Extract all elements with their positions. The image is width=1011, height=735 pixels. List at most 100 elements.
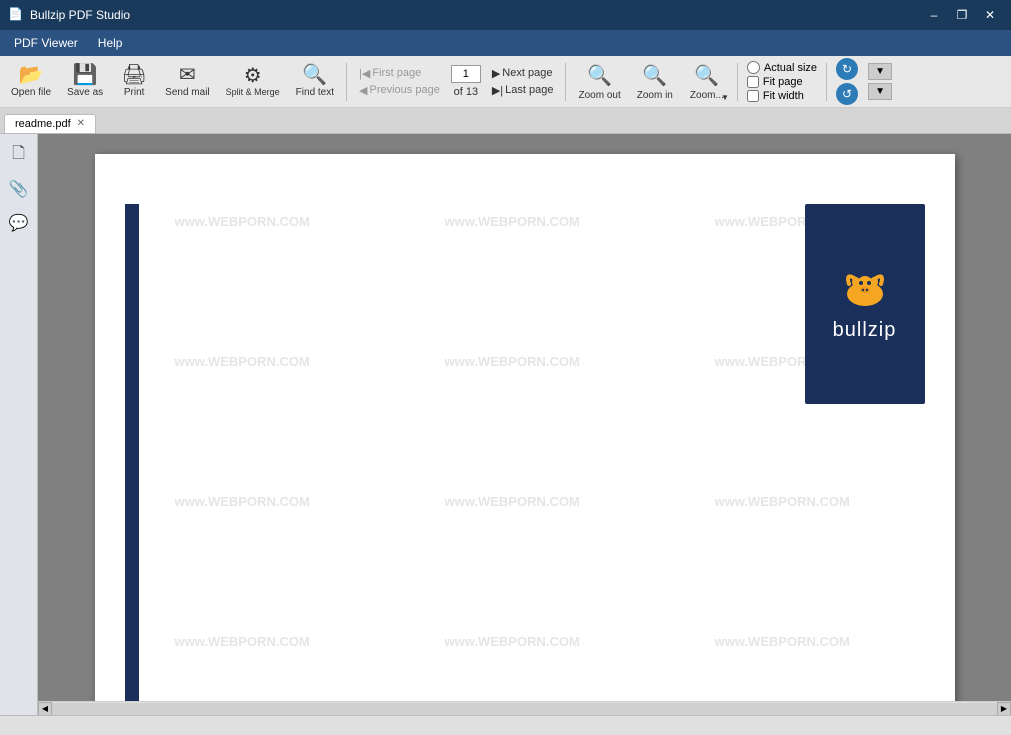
refresh-button-2[interactable]: ↺ — [836, 83, 858, 105]
send-mail-label: Send mail — [165, 87, 209, 98]
sidebar-comments-button[interactable]: 💬 — [4, 208, 34, 238]
separator-3 — [737, 63, 738, 101]
separator-1 — [346, 63, 347, 101]
main-area: 🗋 📎 💬 www.WEBPORN.COM www.WEBPORN.COM ww… — [0, 134, 1011, 715]
restore-button[interactable]: ❐ — [949, 4, 975, 26]
open-file-button[interactable]: 📂 Open file — [4, 59, 58, 105]
bullzip-logo: bullzip — [805, 204, 925, 404]
find-text-icon: 🔍 — [302, 65, 327, 85]
open-file-icon: 📂 — [19, 65, 44, 85]
circular-buttons: ↻ ↺ — [832, 56, 862, 107]
watermark-12: www.WEBPORN.COM — [715, 634, 850, 649]
find-text-label: Find text — [296, 87, 334, 98]
print-button[interactable]: 🖨 Print — [112, 59, 156, 105]
first-page-button[interactable]: |◀ First page — [356, 66, 424, 81]
sidebar-pages-button[interactable]: 🗋 — [4, 140, 34, 170]
app-title: Bullzip PDF Studio — [30, 8, 130, 22]
pdf-blue-sidebar — [125, 204, 139, 715]
send-mail-button[interactable]: ✉ Send mail — [158, 59, 216, 105]
comments-icon: 💬 — [9, 213, 29, 233]
toolbar: 📂 Open file 💾 Save as 🖨 Print ✉ Send mai… — [0, 56, 1011, 108]
dropdown-btn-2[interactable]: ▼ — [868, 83, 892, 100]
previous-page-label: Previous page — [370, 84, 440, 96]
scroll-right-button[interactable]: ▶ — [997, 702, 1011, 716]
first-page-icon: |◀ — [359, 67, 370, 80]
zoom-dropdown-button[interactable]: 🔍 Zoom... ▼ — [682, 59, 732, 105]
fit-page-checkbox[interactable] — [747, 76, 759, 88]
print-label: Print — [124, 87, 145, 98]
pdf-view-area[interactable]: www.WEBPORN.COM www.WEBPORN.COM www.WEBP… — [38, 134, 1011, 715]
watermark-9: www.WEBPORN.COM — [715, 494, 850, 509]
last-page-label: Last page — [505, 84, 553, 96]
scroll-left-button[interactable]: ◀ — [38, 702, 52, 716]
watermark-4: www.WEBPORN.COM — [175, 354, 310, 369]
sidebar-attachments-button[interactable]: 📎 — [4, 174, 34, 204]
title-bar: 📄 Bullzip PDF Studio – ❐ ✕ — [0, 0, 1011, 30]
bullzip-text: bullzip — [833, 319, 897, 342]
open-file-label: Open file — [11, 87, 51, 98]
find-text-button[interactable]: 🔍 Find text — [289, 59, 341, 105]
separator-4 — [826, 63, 827, 101]
save-as-icon: 💾 — [73, 65, 98, 85]
attachments-icon: 📎 — [9, 179, 29, 199]
zoom-out-label: Zoom out — [578, 90, 620, 101]
actual-size-label: Actual size — [764, 62, 817, 74]
zoom-in-label: Zoom in — [637, 90, 673, 101]
tabs-bar: readme.pdf ✕ — [0, 108, 1011, 134]
zoom-icon: 🔍 — [694, 63, 719, 88]
watermark-11: www.WEBPORN.COM — [445, 634, 580, 649]
left-sidebar: 🗋 📎 💬 — [0, 134, 38, 715]
minimize-button[interactable]: – — [921, 4, 947, 26]
split-merge-label: Split & Merge — [226, 88, 280, 98]
watermark-8: www.WEBPORN.COM — [445, 494, 580, 509]
pages-icon: 🗋 — [12, 142, 25, 169]
zoom-out-button[interactable]: 🔍 Zoom out — [571, 59, 627, 105]
fit-page-option[interactable]: Fit page — [747, 76, 817, 88]
print-icon: 🖨 — [121, 65, 146, 85]
dropdown-btn-1[interactable]: ▼ — [868, 63, 892, 80]
previous-page-icon: ◀ — [359, 84, 367, 97]
horizontal-scrollbar[interactable]: ◀ ▶ — [38, 701, 1011, 715]
app-icon: 📄 — [8, 7, 24, 23]
menu-item-help[interactable]: Help — [88, 33, 133, 53]
fit-width-checkbox[interactable] — [747, 90, 759, 102]
tab-label: readme.pdf — [15, 118, 71, 130]
zoom-in-button[interactable]: 🔍 Zoom in — [630, 59, 680, 105]
navigation-area: |◀ First page ◀ Previous page — [352, 59, 447, 105]
close-button[interactable]: ✕ — [977, 4, 1003, 26]
refresh-button[interactable]: ↻ — [836, 58, 858, 80]
tab-close-icon[interactable]: ✕ — [77, 119, 85, 129]
fit-page-label: Fit page — [763, 76, 803, 88]
scroll-track[interactable] — [52, 703, 997, 715]
send-mail-icon: ✉ — [179, 65, 196, 85]
page-number-input[interactable]: 1 — [451, 65, 481, 83]
actual-size-radio[interactable] — [747, 61, 760, 74]
status-bar — [0, 715, 1011, 735]
last-page-icon: ▶| — [492, 84, 503, 97]
tab-readme[interactable]: readme.pdf ✕ — [4, 114, 96, 133]
watermark-1: www.WEBPORN.COM — [175, 214, 310, 229]
save-as-button[interactable]: 💾 Save as — [60, 59, 110, 105]
separator-2 — [565, 63, 566, 101]
zoom-label: Zoom... — [690, 90, 724, 101]
navigation-area-right: ▶ Next page ▶| Last page — [485, 59, 561, 105]
menu-bar: PDF Viewer Help — [0, 30, 1011, 56]
fit-width-option[interactable]: Fit width — [747, 90, 817, 102]
last-page-button[interactable]: ▶| Last page — [489, 83, 557, 98]
first-page-label: First page — [372, 67, 421, 79]
watermark-7: www.WEBPORN.COM — [175, 494, 310, 509]
view-options: Actual size Fit page Fit width — [743, 61, 821, 102]
watermark-10: www.WEBPORN.COM — [175, 634, 310, 649]
next-page-label: Next page — [502, 67, 552, 79]
page-total: of 13 — [454, 86, 478, 98]
previous-page-button[interactable]: ◀ Previous page — [356, 83, 443, 98]
watermark-2: www.WEBPORN.COM — [445, 214, 580, 229]
split-merge-button[interactable]: ⚙ Split & Merge — [219, 59, 287, 105]
fit-width-label: Fit width — [763, 90, 804, 102]
save-as-label: Save as — [67, 87, 103, 98]
zoom-out-icon: 🔍 — [587, 63, 612, 88]
next-page-icon: ▶ — [492, 67, 500, 80]
actual-size-option[interactable]: Actual size — [747, 61, 817, 74]
menu-item-pdf-viewer[interactable]: PDF Viewer — [4, 33, 88, 53]
next-page-button[interactable]: ▶ Next page — [489, 66, 556, 81]
